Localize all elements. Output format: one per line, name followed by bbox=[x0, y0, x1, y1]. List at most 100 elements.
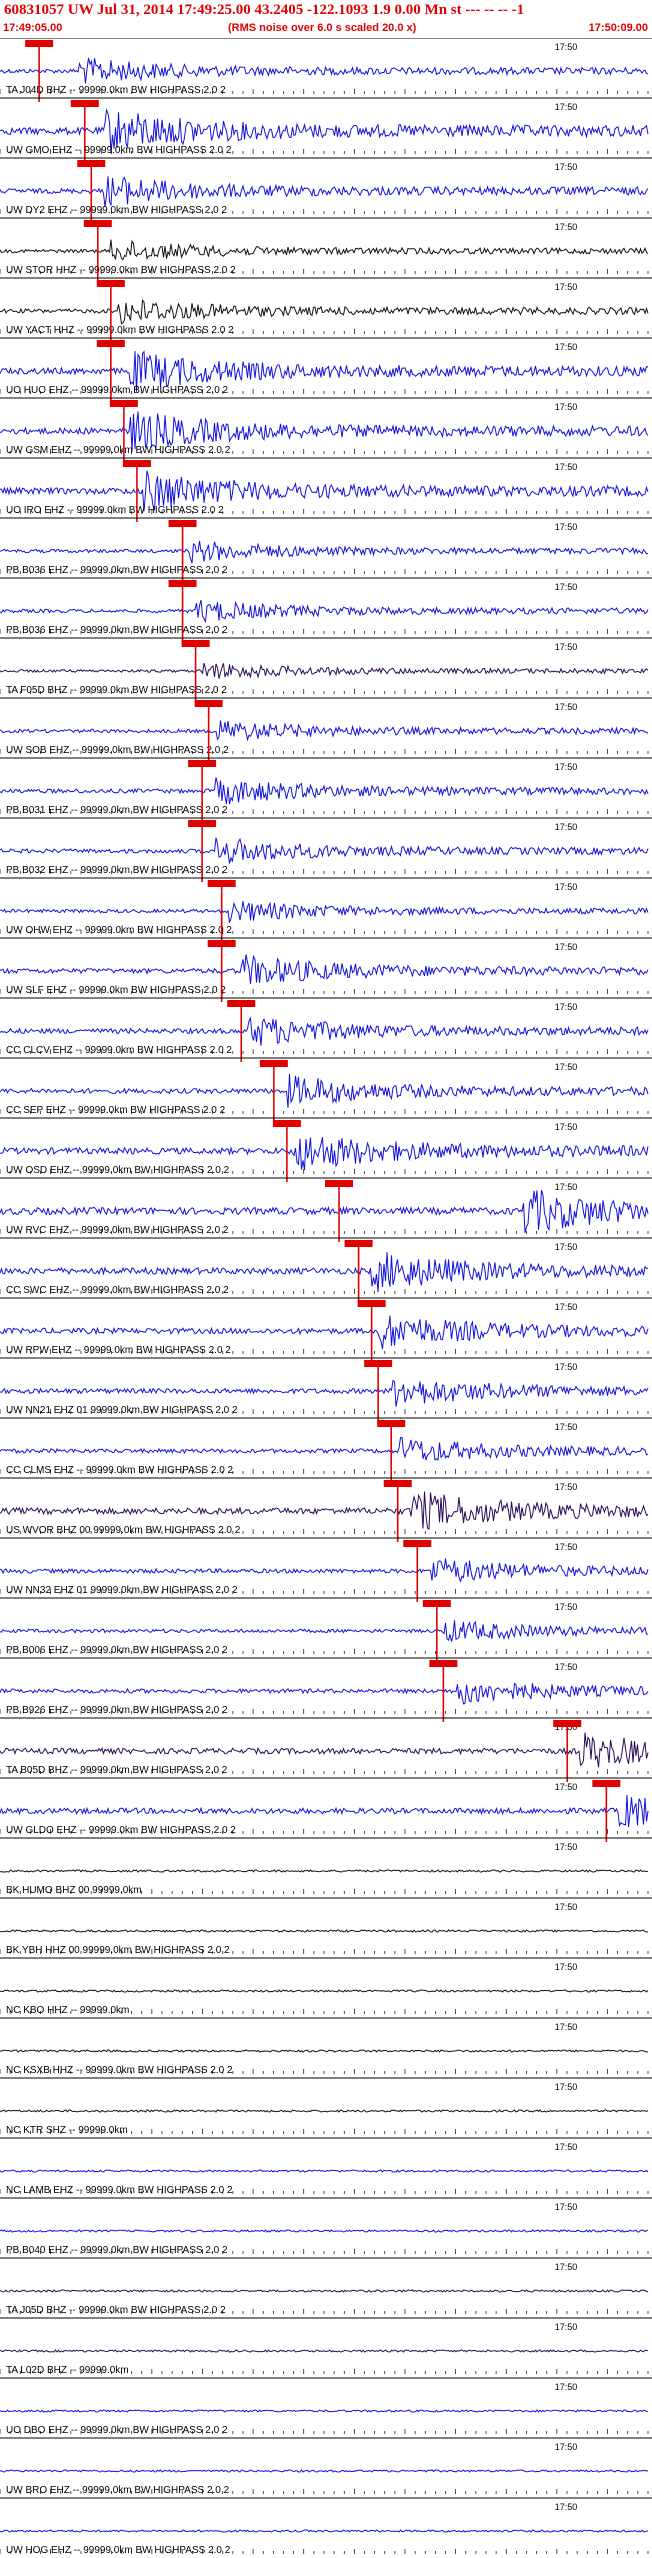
tick-label: 17:50 bbox=[555, 2022, 578, 2032]
waveform-trace bbox=[0, 2529, 649, 2533]
pick-flag bbox=[592, 1780, 621, 1787]
tick-label: 17:50 bbox=[555, 1422, 578, 1432]
waveform-trace bbox=[0, 176, 649, 207]
trace-row: 17:50 UW GLDO EHZ -- 99999.0km BW HIGHPAS… bbox=[0, 1777, 652, 1842]
trace-row: 17:50 UO DBO EHZ -- 99999.0km BW HIGHPASS… bbox=[0, 2377, 652, 2436]
waveform-trace bbox=[0, 1620, 649, 1642]
trace-row: 17:50 UW GSM EHZ -- 99999.0km BW HIGHPASS… bbox=[0, 397, 652, 462]
trace-row: 17:50 US WVOR BHZ 00 99999.0km BW HIGHPAS… bbox=[0, 1477, 652, 1542]
waveform-trace bbox=[0, 1794, 649, 1828]
tick-label: 17:50 bbox=[555, 882, 578, 892]
tick-label: 17:50 bbox=[555, 2502, 578, 2512]
trace-label: UW RVC EHZ -- 99999.0km BW HIGHPASS 2.0 … bbox=[6, 1225, 229, 1236]
tick-label: 17:50 bbox=[555, 2322, 578, 2332]
trace-row: 17:50 TA L02D BHZ -- 99999.0km bbox=[0, 2317, 652, 2376]
tick-label: 17:50 bbox=[555, 702, 578, 712]
trace-row: 17:50 UO IRO EHZ -- 99999.0km BW HIGHPASS… bbox=[0, 457, 652, 522]
waveform-trace bbox=[0, 901, 649, 923]
trace-label: TA F05D BHZ -- 99999.0km BW HIGHPASS 2.0… bbox=[6, 685, 227, 696]
waveform-trace bbox=[0, 1929, 649, 1933]
tick-label: 17:50 bbox=[555, 522, 578, 532]
trace-label: US WVOR BHZ 00 99999.0km BW HIGHPASS 2.0… bbox=[6, 1525, 241, 1536]
trace-label: NC LAMB EHZ -- 99999.0km BW HIGHPASS 2.0… bbox=[6, 2185, 233, 2196]
tick-label: 17:50 bbox=[555, 1182, 578, 1192]
scaling-note: (RMS noise over 6.0 s scaled 20.0 x) bbox=[228, 22, 417, 34]
tick-label: 17:50 bbox=[555, 222, 578, 232]
trace-label: PB B031 EHZ -- 99999.0km BW HIGHPASS 2.0… bbox=[6, 805, 228, 816]
trace-row: 17:50 NC KTR SHZ -- 99999.0km bbox=[0, 2077, 652, 2136]
waveform-trace bbox=[0, 2469, 649, 2473]
pick-flag bbox=[70, 100, 99, 107]
trace-label: CC SEP EHZ -- 99999.0km BW HIGHPASS 2.0 … bbox=[6, 1105, 226, 1116]
plot-header: 60831057 UW Jul 31, 2014 17:49:25.00 43.… bbox=[0, 0, 652, 38]
trace-row: 17:50 UW BRO EHZ -- 99999.0km BW HIGHPASS… bbox=[0, 2437, 652, 2496]
pick-flag bbox=[168, 520, 197, 527]
trace-row: 17:50 UW SLF EHZ -- 99999.0km BW HIGHPASS… bbox=[0, 937, 652, 1002]
waveform-trace bbox=[0, 299, 649, 325]
waveform-trace bbox=[0, 1682, 649, 1705]
tick-label: 17:50 bbox=[555, 1902, 578, 1912]
trace-row: 17:50 UW OHW EHZ -- 99999.0km BW HIGHPASS… bbox=[0, 877, 652, 942]
tick-label: 17:50 bbox=[555, 1542, 578, 1552]
tick-label: 17:50 bbox=[555, 42, 578, 52]
pick-flag bbox=[377, 1420, 406, 1427]
trace-row: 17:50 UW HOG EHZ -- 99999.0km BW HIGHPASS… bbox=[0, 2497, 652, 2556]
waveform-trace bbox=[0, 1558, 649, 1583]
trace-label: NC KBO HHZ -- 99999.0km bbox=[6, 2005, 129, 2016]
trace-label: UW NN32 EHZ 01 99999.0km BW HIGHPASS 2.0… bbox=[6, 1585, 238, 1596]
waveform-trace bbox=[0, 1869, 649, 1873]
tick-label: 17:50 bbox=[555, 2262, 578, 2272]
trace-label: PB B006 EHZ -- 99999.0km BW HIGHPASS 2.0… bbox=[6, 1645, 228, 1656]
trace-label: PB B036 EHZ -- 99999.0km BW HIGHPASS 2.0… bbox=[6, 625, 228, 636]
trace-label: TA L02D BHZ -- 99999.0km bbox=[6, 2365, 129, 2376]
start-time-label: 17:49:05.00 bbox=[3, 22, 63, 34]
trace-label: UW STOR HHZ -- 99999.0km BW HIGHPASS 2.0… bbox=[6, 265, 236, 276]
trace-row: 17:50 UW OSD EHZ -- 99999.0km BW HIGHPASS… bbox=[0, 1117, 652, 1182]
trace-label: CC CLCV EHZ -- 99999.0km BW HIGHPASS 2.0… bbox=[6, 1045, 232, 1056]
waveform-trace bbox=[0, 1073, 649, 1108]
waveform-trace bbox=[0, 2349, 649, 2353]
waveform-trace bbox=[0, 1315, 649, 1349]
trace-row: 17:50 UW NN21 EHZ 01 99999.0km BW HIGHPAS… bbox=[0, 1357, 652, 1422]
tick-label: 17:50 bbox=[555, 1362, 578, 1372]
tick-label: 17:50 bbox=[555, 1842, 578, 1852]
trace-label: UW NN21 EHZ 01 99999.0km BW HIGHPASS 2.0… bbox=[6, 1405, 238, 1416]
trace-row: 17:50 PB B032 EHZ -- 99999.0km BW HIGHPAS… bbox=[0, 817, 652, 882]
pick-flag bbox=[357, 1300, 386, 1307]
waveform-trace bbox=[0, 2409, 649, 2413]
trace-row: 17:50 UO HUO EHZ -- 99999.0km BW HIGHPASS… bbox=[0, 337, 652, 402]
pick-flag bbox=[207, 880, 236, 887]
pick-flag bbox=[272, 1120, 301, 1127]
trace-row: 17:50 CC SEP EHZ -- 99999.0km BW HIGHPASS… bbox=[0, 1057, 652, 1122]
trace-row: 17:50 CC CLCV EHZ -- 99999.0km BW HIGHPAS… bbox=[0, 997, 652, 1062]
trace-row: 17:50 UW SOB EHZ -- 99999.0km BW HIGHPASS… bbox=[0, 697, 652, 762]
trace-label: UW DY2 EHZ -- 99999.0km BW HIGHPASS 2.0 … bbox=[6, 205, 227, 216]
pick-flag bbox=[553, 1720, 582, 1727]
trace-row: 17:50 PB B036 EHZ -- 99999.0km BW HIGHPAS… bbox=[0, 517, 652, 582]
tick-label: 17:50 bbox=[555, 1242, 578, 1252]
trace-label: TA J05D BHZ -- 99999.0km BW HIGHPASS 2.0… bbox=[6, 2305, 226, 2316]
waveform-trace bbox=[0, 540, 649, 564]
tick-label: 17:50 bbox=[555, 762, 578, 772]
tick-label: 17:50 bbox=[555, 1302, 578, 1312]
tick-label: 17:50 bbox=[555, 282, 578, 292]
pick-flag bbox=[188, 820, 217, 827]
tick-label: 17:50 bbox=[555, 582, 578, 592]
pick-flag bbox=[207, 940, 236, 947]
tick-label: 17:50 bbox=[555, 1782, 578, 1792]
trace-label: UW OSD EHZ -- 99999.0km BW HIGHPASS 2.0 … bbox=[6, 1165, 230, 1176]
waveform-trace bbox=[0, 1436, 649, 1461]
pick-flag bbox=[422, 1600, 451, 1607]
tick-label: 17:50 bbox=[555, 1122, 578, 1132]
trace-label: UW YACT HHZ -- 99999.0km BW HIGHPASS 2.0… bbox=[6, 325, 234, 336]
tick-label: 17:50 bbox=[555, 1962, 578, 1972]
tick-label: 17:50 bbox=[555, 1002, 578, 1012]
trace-row: 17:50 UW RVC EHZ -- 99999.0km BW HIGHPASS… bbox=[0, 1177, 652, 1242]
trace-label: UW OHW EHZ -- 99999.0km BW HIGHPASS 2.0 … bbox=[6, 925, 232, 936]
trace-row: 17:50 UW GMO EHZ -- 99999.0km BW HIGHPASS… bbox=[0, 97, 652, 162]
tick-label: 17:50 bbox=[555, 2382, 578, 2392]
waveform-trace bbox=[0, 720, 649, 742]
waveform-trace bbox=[0, 1989, 649, 1993]
event-title: 60831057 UW Jul 31, 2014 17:49:25.00 43.… bbox=[4, 2, 525, 18]
trace-row: 17:50 UW NN32 EHZ 01 99999.0km BW HIGHPAS… bbox=[0, 1537, 652, 1602]
